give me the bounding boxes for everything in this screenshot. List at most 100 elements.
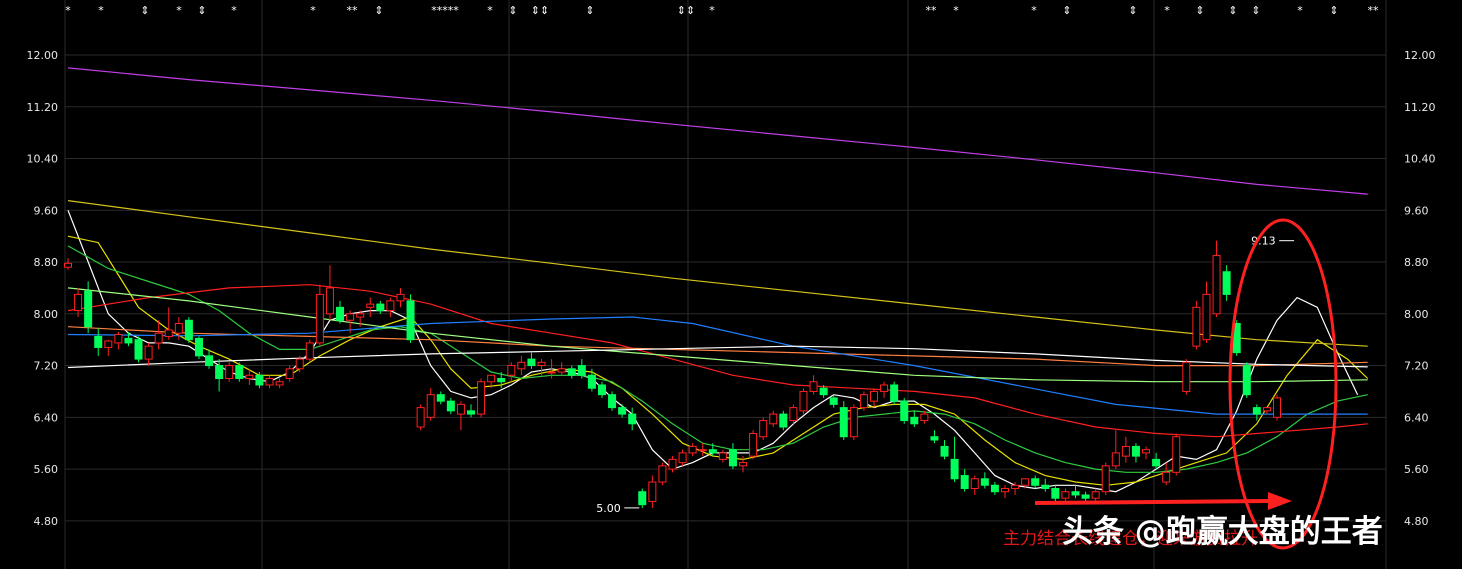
candle xyxy=(890,381,899,405)
candle xyxy=(446,397,455,415)
candle xyxy=(184,317,193,343)
candle-body xyxy=(799,390,808,412)
candle-body xyxy=(436,394,445,402)
candle xyxy=(980,472,989,489)
candle xyxy=(1172,433,1181,476)
watermark: 头条 @跑赢大盘的王者 xyxy=(1062,514,1383,550)
candle-body xyxy=(1081,494,1090,499)
candle xyxy=(990,482,999,495)
candle xyxy=(1212,240,1221,318)
candle-body xyxy=(376,303,385,312)
top-marker: ⇕ xyxy=(585,4,594,17)
candle-body xyxy=(1111,452,1120,467)
candle xyxy=(1091,488,1100,502)
candle xyxy=(809,375,818,395)
candle xyxy=(880,381,889,398)
candle-body xyxy=(134,339,143,360)
candle-body xyxy=(164,329,173,337)
candle-body xyxy=(366,303,375,308)
candle xyxy=(789,404,798,424)
candle-body xyxy=(678,452,687,464)
candle xyxy=(749,430,758,460)
candle-body xyxy=(1121,445,1130,457)
candle xyxy=(64,258,72,270)
y-tick-label-right: 8.80 xyxy=(1404,256,1429,269)
candle-body xyxy=(880,384,889,392)
candle xyxy=(718,449,727,463)
y-tick-label-left: 11.20 xyxy=(27,101,59,114)
candle-body xyxy=(285,368,294,380)
candle-body xyxy=(728,449,737,467)
candle xyxy=(870,388,878,408)
candle xyxy=(416,404,425,431)
candle-body xyxy=(1182,361,1191,392)
candle-body xyxy=(1162,471,1171,483)
candle xyxy=(1142,446,1151,460)
top-marker: * xyxy=(65,4,71,17)
candle xyxy=(608,391,617,411)
y-tick-label-left: 9.60 xyxy=(34,204,59,217)
candle xyxy=(567,365,576,379)
candle-body xyxy=(1212,255,1221,315)
candle xyxy=(265,375,274,389)
candle xyxy=(315,284,324,347)
candle-body xyxy=(1172,436,1181,473)
candle-body xyxy=(870,390,878,402)
candle-body xyxy=(1152,458,1161,467)
candle xyxy=(1051,485,1060,502)
candle xyxy=(114,331,123,350)
y-tick-label-right: 7.20 xyxy=(1404,360,1429,373)
candle-body xyxy=(305,342,314,360)
candle-body xyxy=(94,335,103,348)
y-tick-label-right: 12.00 xyxy=(1404,49,1436,62)
moving-average-line xyxy=(67,200,1368,347)
candle xyxy=(1192,300,1201,350)
moving-average-line xyxy=(67,345,1368,369)
candlesticks xyxy=(64,240,1281,508)
candle xyxy=(859,391,868,411)
candle-body xyxy=(1222,271,1231,295)
candle-body xyxy=(597,384,606,396)
candle-body xyxy=(487,374,496,383)
candle-body xyxy=(859,394,868,409)
candle-body xyxy=(154,332,163,344)
candle xyxy=(1162,462,1171,486)
candle-body xyxy=(1031,478,1040,486)
candle-body xyxy=(849,407,858,438)
candle xyxy=(336,300,345,324)
y-tick-label-right: 9.60 xyxy=(1404,204,1429,217)
candle xyxy=(235,362,244,382)
candle xyxy=(728,443,737,470)
y-tick-label-right: 8.00 xyxy=(1404,308,1429,321)
candle-body xyxy=(900,400,909,422)
candle xyxy=(1242,362,1251,398)
candle-body xyxy=(295,358,304,370)
candle-body xyxy=(1262,407,1271,412)
top-marker: ⇕⇕ xyxy=(531,4,549,17)
candle-body xyxy=(1101,465,1110,493)
top-marker: ** xyxy=(926,4,938,17)
candle xyxy=(1252,404,1261,421)
candle xyxy=(1031,475,1040,489)
candle-body xyxy=(718,452,727,460)
candle xyxy=(900,397,909,424)
candle xyxy=(839,401,848,440)
candle-body xyxy=(920,413,929,422)
candle-body xyxy=(225,365,234,379)
candle-body xyxy=(990,484,999,493)
y-tick-label-left: 12.00 xyxy=(27,49,59,62)
candle-body xyxy=(396,293,405,302)
y-tick-label-left: 4.80 xyxy=(34,515,59,528)
candle-body xyxy=(174,323,183,334)
candle xyxy=(94,328,103,356)
top-marker: ⇕ xyxy=(508,4,517,17)
candle xyxy=(456,401,465,431)
candle-body xyxy=(1021,478,1030,486)
y-tick-label-right: 5.60 xyxy=(1404,463,1429,476)
candle-body xyxy=(416,407,425,428)
candle-body xyxy=(386,300,395,312)
candle xyxy=(134,336,143,363)
top-marker: ⇕ xyxy=(1251,4,1260,17)
candle xyxy=(305,339,314,363)
top-marker: * xyxy=(953,4,959,17)
